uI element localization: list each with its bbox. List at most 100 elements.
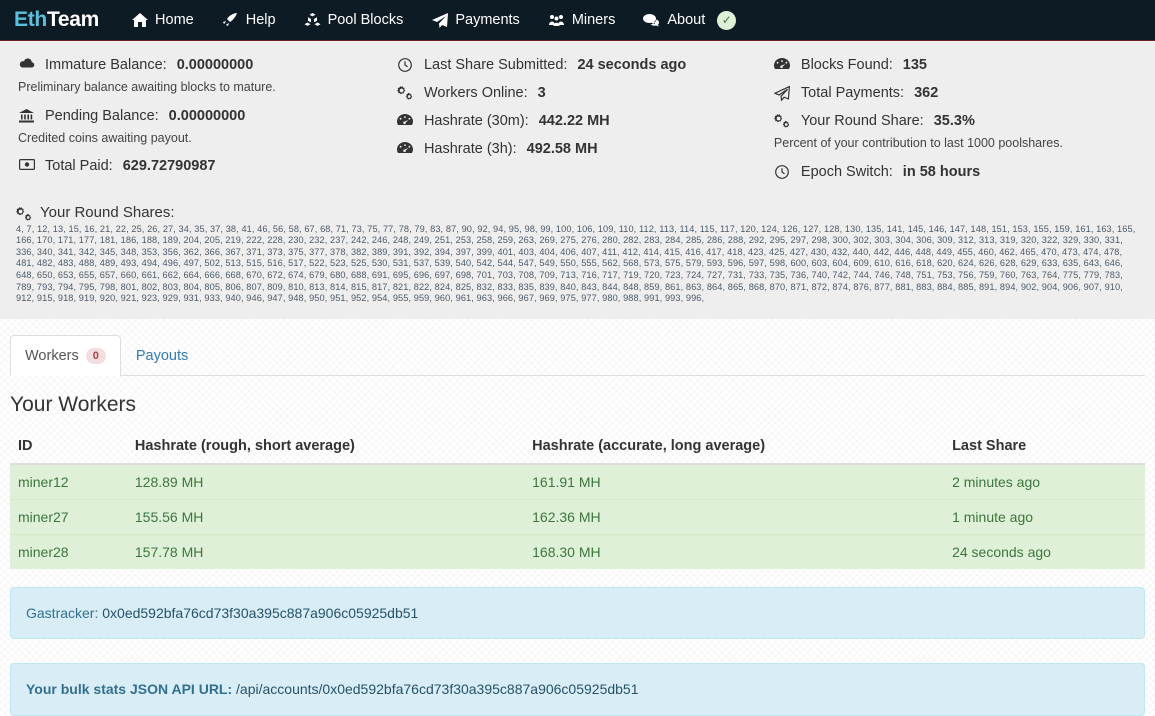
- dashboard-icon: [397, 114, 414, 126]
- stat-pending-balance: Pending Balance: 0.00000000: [18, 106, 377, 127]
- money-icon: [18, 159, 35, 171]
- panel-tabs: Workers 0 Payouts: [10, 334, 1145, 377]
- tab-workers-badge: 0: [85, 347, 106, 364]
- worker-hashrate-long: 161.91 MH: [524, 463, 945, 500]
- dashboard-icon: [397, 142, 414, 154]
- stat-hashrate-3h: Hashrate (3h): 492.58 MH: [397, 139, 754, 160]
- round-shares-header: Your Round Shares:: [16, 204, 1145, 221]
- stat-hashrate-3h-label: Hashrate (3h):: [423, 141, 517, 158]
- gastracker-alert: Gastracker: 0x0ed592bfa76cd73f30a395c887…: [10, 587, 1145, 640]
- column-header-hashrate-long: Hashrate (accurate, long average): [524, 430, 945, 466]
- stat-round-share: Your Round Share: 35.3%: [773, 111, 1131, 132]
- table-row: miner28 157.78 MH 168.30 MH 24 seconds a…: [10, 534, 1145, 570]
- brand-primary: Eth: [14, 8, 47, 31]
- stats-column-activity: Last Share Submitted: 24 seconds ago Wor…: [389, 55, 766, 190]
- check-icon: ✓: [717, 10, 737, 30]
- stat-last-share: Last Share Submitted: 24 seconds ago: [397, 55, 754, 76]
- worker-hashrate-short: 155.56 MH: [126, 499, 525, 535]
- content-wrapper: Workers 0 Payouts Your Workers ID Hashra…: [0, 334, 1155, 716]
- worker-last-share: 2 minutes ago: [944, 463, 1145, 500]
- stat-pending-balance-help: Credited coins awaiting payout.: [18, 130, 192, 145]
- stats-column-balances: Immature Balance: 0.00000000 Preliminary…: [12, 55, 389, 190]
- stat-immature-balance-help: Preliminary balance awaiting blocks to m…: [18, 80, 276, 95]
- cogs-icon: [16, 206, 33, 221]
- stat-round-share-label: Your Round Share:: [800, 113, 924, 130]
- tab-workers[interactable]: Workers 0: [10, 334, 121, 377]
- dashboard-icon: [774, 58, 791, 69]
- worker-last-share: 24 seconds ago: [944, 534, 1145, 570]
- nav-item-about-label: About: [667, 12, 706, 28]
- stat-workers-online: Workers Online: 3: [396, 83, 754, 104]
- tab-workers-label: Workers: [25, 347, 79, 364]
- clock-icon: [397, 58, 414, 72]
- api-url-link[interactable]: /api/accounts/0x0ed592bfa76cd73f30a395c8…: [236, 681, 638, 697]
- brand-secondary: Team: [46, 8, 100, 31]
- stat-total-payments-value: 362: [914, 85, 939, 102]
- nav-item-pool-blocks[interactable]: Pool Blocks: [290, 0, 418, 41]
- bank-icon: [18, 108, 35, 123]
- gastracker-link[interactable]: 0x0ed592bfa76cd73f30a395c887a906c05925db…: [102, 605, 418, 621]
- stat-epoch-switch-value: in 58 hours: [902, 163, 981, 180]
- stat-round-share-help: Percent of your contribution to last 100…: [773, 136, 1063, 151]
- stat-blocks-found: Blocks Found: 135: [774, 55, 1131, 76]
- nav-item-payments[interactable]: Payments: [417, 0, 533, 41]
- workers-table: ID Hashrate (rough, short average) Hashr…: [10, 430, 1145, 570]
- main-navbar: EthTeam Home Help Pool Blocks Payments M…: [0, 0, 1155, 41]
- worker-hashrate-short: 157.78 MH: [126, 534, 525, 570]
- home-icon: [131, 12, 148, 28]
- stat-epoch-switch: Epoch Switch: in 58 hours: [774, 162, 1131, 183]
- column-header-hashrate-short: Hashrate (rough, short average): [126, 430, 525, 466]
- stat-workers-online-label: Workers Online:: [423, 85, 528, 102]
- column-header-id: ID: [10, 430, 127, 466]
- stats-column-pool: Blocks Found: 135 Total Payments: 362 Yo…: [766, 55, 1143, 190]
- stats-columns: Immature Balance: 0.00000000 Preliminary…: [10, 55, 1145, 190]
- stat-workers-online-value: 3: [537, 85, 546, 102]
- nav-item-help[interactable]: Help: [208, 0, 290, 41]
- stat-total-paid-value: 629.72790987: [122, 158, 216, 175]
- table-header-row: ID Hashrate (rough, short average) Hashr…: [10, 430, 1145, 466]
- workers-table-body: miner12 128.89 MH 161.91 MH 2 minutes ag…: [10, 463, 1145, 570]
- table-row: miner12 128.89 MH 161.91 MH 2 minutes ag…: [10, 463, 1145, 500]
- stat-hashrate-3h-value: 492.58 MH: [526, 141, 598, 158]
- nav-item-help-label: Help: [245, 12, 276, 28]
- stat-round-share-value: 35.3%: [933, 113, 975, 130]
- nav-item-pool-blocks-label: Pool Blocks: [327, 12, 404, 28]
- rocket-icon: [222, 12, 239, 28]
- round-shares-title: Your Round Shares:: [40, 203, 175, 221]
- table-row: miner27 155.56 MH 162.36 MH 1 minute ago: [10, 499, 1145, 535]
- stat-hashrate-30m-value: 442.22 MH: [538, 113, 610, 130]
- comment-icon: [643, 12, 660, 28]
- nav-item-about[interactable]: About ✓: [629, 0, 750, 41]
- stat-hashrate-30m-label: Hashrate (30m):: [423, 113, 529, 130]
- nav-item-home[interactable]: Home: [117, 0, 208, 41]
- stat-immature-balance-value: 0.00000000: [176, 57, 254, 73]
- stat-blocks-found-label: Blocks Found:: [800, 57, 893, 73]
- worker-id: miner27: [10, 499, 127, 535]
- stat-pending-balance-value: 0.00000000: [168, 107, 246, 124]
- worker-last-share: 1 minute ago: [944, 499, 1145, 535]
- column-header-last-share: Last Share: [944, 430, 1145, 466]
- stat-total-payments-label: Total Payments:: [800, 85, 905, 102]
- worker-hashrate-long: 162.36 MH: [524, 499, 945, 535]
- stats-panel: Immature Balance: 0.00000000 Preliminary…: [0, 41, 1155, 319]
- api-url-alert: Your bulk stats JSON API URL: /api/accou…: [10, 663, 1145, 716]
- stat-hashrate-30m: Hashrate (30m): 442.22 MH: [397, 111, 754, 132]
- stat-pending-balance-label: Pending Balance:: [45, 107, 159, 124]
- tab-payouts[interactable]: Payouts: [121, 335, 203, 376]
- nav-item-payments-label: Payments: [455, 12, 520, 28]
- stat-last-share-value: 24 seconds ago: [577, 57, 687, 73]
- users-icon: [548, 12, 565, 28]
- clock-icon: [774, 164, 791, 179]
- nav-item-home-label: Home: [155, 12, 194, 28]
- cloud-icon: [18, 58, 35, 69]
- paper-plane-icon: [774, 86, 791, 102]
- stat-blocks-found-value: 135: [902, 57, 927, 73]
- worker-id: miner28: [10, 534, 127, 570]
- cubes-icon: [304, 12, 321, 28]
- nav-item-miners[interactable]: Miners: [534, 0, 630, 41]
- cogs-icon: [396, 86, 414, 100]
- stat-last-share-label: Last Share Submitted:: [423, 57, 568, 73]
- worker-hashrate-long: 168.30 MH: [524, 534, 945, 570]
- brand-logo[interactable]: EthTeam: [8, 8, 117, 32]
- tab-payouts-label: Payouts: [135, 347, 189, 364]
